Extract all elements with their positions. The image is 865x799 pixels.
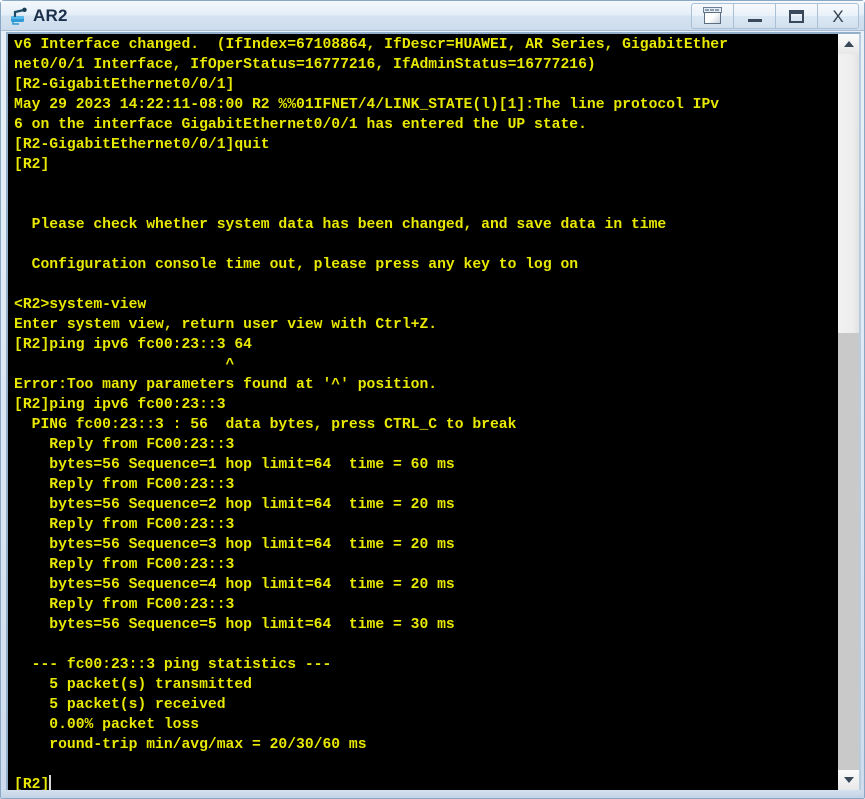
window-titlebar[interactable]: AR2 X — [1, 1, 864, 31]
minimize-icon — [747, 18, 762, 22]
maximize-button[interactable] — [775, 3, 817, 29]
window-bottom-strip — [1, 790, 864, 798]
terminal-window: AR2 X v6 Interface changed. (IfIndex=671… — [0, 0, 865, 799]
scrollbar-track[interactable] — [838, 54, 859, 770]
close-icon: X — [832, 6, 844, 26]
maximize-icon — [789, 9, 804, 23]
close-button[interactable]: X — [817, 3, 859, 29]
terminal-scrollbar[interactable] — [837, 34, 859, 790]
terminal-console[interactable]: v6 Interface changed. (IfIndex=67108864,… — [10, 34, 859, 790]
text-cursor — [49, 775, 52, 790]
router-device-icon — [9, 6, 29, 26]
chevron-down-icon — [843, 777, 854, 783]
resize-grip[interactable] — [849, 785, 861, 797]
restore-stack-icon — [702, 7, 724, 25]
terminal-frame: v6 Interface changed. (IfIndex=67108864,… — [6, 32, 861, 792]
scrollbar-thumb[interactable] — [838, 54, 859, 334]
window-controls: X — [691, 3, 859, 29]
terminal-output: v6 Interface changed. (IfIndex=67108864,… — [14, 35, 833, 790]
minimize-button[interactable] — [733, 3, 775, 29]
scrollbar-up-button[interactable] — [838, 34, 859, 54]
window-list-button[interactable] — [691, 3, 733, 29]
chevron-up-icon — [843, 41, 854, 47]
window-title: AR2 — [33, 5, 68, 25]
terminal-output-text: v6 Interface changed. (IfIndex=67108864,… — [14, 37, 728, 790]
